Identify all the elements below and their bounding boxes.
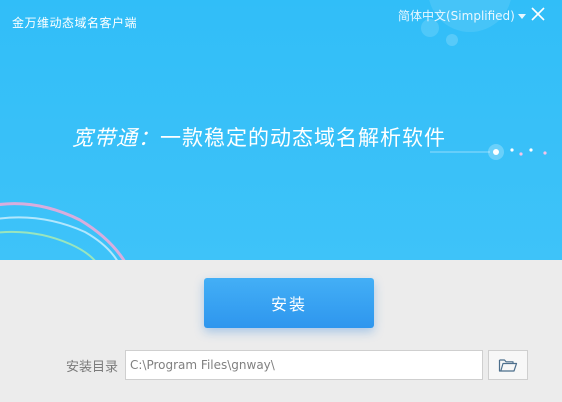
slogan: 宽带通：一款稳定的动态域名解析软件 (72, 122, 446, 152)
language-select[interactable]: 简体中文(Simplified) (398, 6, 526, 24)
install-dir-input[interactable] (125, 350, 483, 380)
close-button[interactable] (528, 4, 548, 24)
close-icon (531, 7, 545, 21)
chevron-down-icon (517, 13, 526, 19)
slogan-lead: 宽带通： (72, 126, 160, 150)
slogan-text: 一款稳定的动态域名解析软件 (160, 126, 446, 150)
language-select-label: 简体中文(Simplified) (398, 8, 515, 23)
banner: 金万维动态域名客户端 简体中文(Simplified) 宽带通：一款稳定的动态域… (0, 0, 562, 260)
install-dir-label: 安装目录 (66, 360, 119, 375)
app-title: 金万维动态域名客户端 (12, 16, 138, 30)
install-button[interactable]: 安装 (204, 278, 374, 328)
folder-icon (498, 359, 518, 372)
installer-window: 金万维动态域名客户端 简体中文(Simplified) 宽带通：一款稳定的动态域… (0, 0, 562, 402)
browse-folder-button[interactable] (488, 350, 528, 380)
